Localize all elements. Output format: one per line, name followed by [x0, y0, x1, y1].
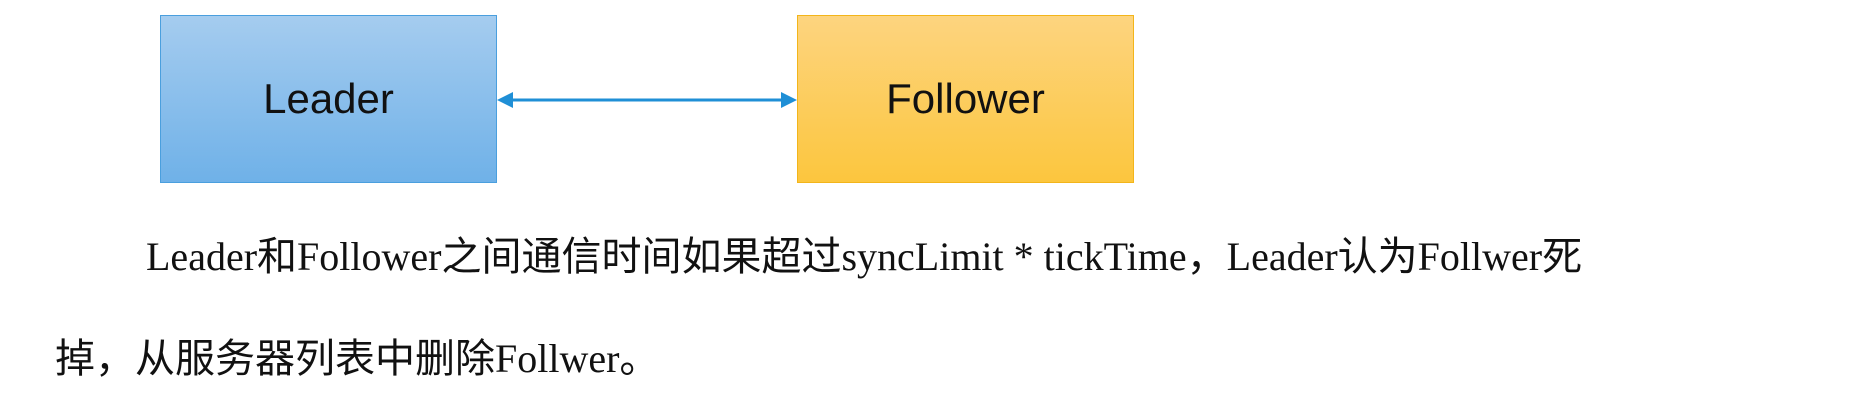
leader-box: Leader [160, 15, 497, 183]
document-page: Leader Follower Leader和Follower之间通信时间如果超… [0, 0, 1862, 400]
leader-label: Leader [263, 75, 394, 122]
paragraph-line-2: 掉，从服务器列表中删除Follwer。 [55, 336, 660, 381]
arrow-head-right [781, 92, 797, 108]
arrow-head-left [497, 92, 513, 108]
double-headed-arrow-icon [497, 92, 797, 108]
follower-box: Follower [797, 15, 1134, 183]
paragraph-line-1: Leader和Follower之间通信时间如果超过syncLimit * tic… [146, 234, 1583, 279]
follower-label: Follower [886, 75, 1045, 122]
